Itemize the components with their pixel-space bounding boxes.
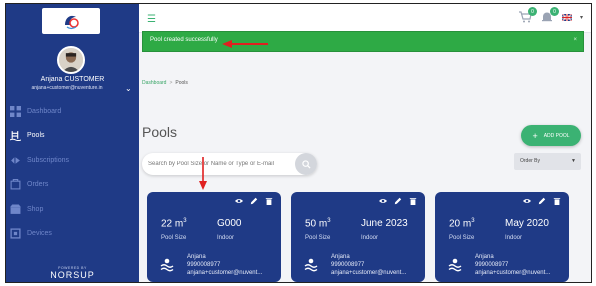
search-bar: [142, 153, 317, 175]
breadcrumb: Dashboard > Pools: [142, 80, 188, 86]
owner-name: Anjana: [331, 254, 350, 260]
alert-close-button[interactable]: ×: [573, 37, 577, 43]
card-actions: [523, 197, 561, 205]
sidebar-item-pools[interactable]: Pools: [6, 124, 139, 149]
pool-owner-icon: [447, 258, 463, 272]
user-email: anjana+customer@nuventure.in: [31, 85, 103, 91]
view-icon[interactable]: [235, 197, 243, 205]
edit-icon[interactable]: [394, 197, 402, 205]
notifications-count-badge: 0: [549, 7, 559, 16]
sidebar-item-label: Dashboard: [27, 107, 62, 115]
search-icon: [301, 159, 311, 169]
search-input[interactable]: [148, 157, 288, 171]
pool-name: June 2023: [361, 218, 408, 229]
view-icon[interactable]: [523, 197, 531, 205]
pool-type: Indoor: [361, 235, 379, 241]
order-by-label: Order By: [520, 158, 541, 164]
owner-email: anjana+customer@nuvent...: [331, 270, 407, 276]
brand-name: NORSUP: [50, 270, 95, 280]
owner-email: anjana+customer@nuvent...: [187, 270, 263, 276]
owner-email: anjana+customer@nuvent...: [475, 270, 551, 276]
alert-message: Pool created successfully: [150, 37, 218, 43]
pool-size-label: Pool Size: [305, 235, 331, 241]
order-by-select[interactable]: Order By ▼: [514, 153, 581, 170]
chevron-down-icon: ▼: [571, 158, 576, 164]
pool-size-label: Pool Size: [449, 235, 475, 241]
sidebar: Anjana CUSTOMER anjana+customer@nuventur…: [6, 4, 139, 282]
subscriptions-icon: [10, 155, 21, 166]
user-name: Anjana CUSTOMER: [40, 76, 105, 83]
dashboard-icon: [10, 105, 21, 117]
pool-name: May 2020: [505, 218, 549, 229]
cart-button[interactable]: 0: [518, 7, 537, 23]
delete-icon[interactable]: [409, 197, 417, 205]
edit-icon[interactable]: [538, 197, 546, 205]
menu-toggle-icon[interactable]: ☰: [147, 14, 156, 25]
pool-size-value: 20 m3: [449, 218, 475, 230]
pool-card[interactable]: 22 m3 Pool Size G000 Indoor Anjana 99900…: [147, 192, 281, 282]
plus-icon: +: [532, 130, 538, 141]
sidebar-item-orders[interactable]: Orders: [6, 173, 139, 198]
sidebar-item-dashboard[interactable]: Dashboard: [6, 99, 139, 124]
orders-icon: [10, 179, 21, 190]
pool-size-label: Pool Size: [161, 235, 187, 241]
delete-icon[interactable]: [553, 197, 561, 205]
logo-icon: [65, 15, 79, 30]
card-actions: [235, 197, 273, 205]
card-actions: [379, 197, 417, 205]
pool-owner-icon: [159, 258, 175, 272]
sidebar-item-label: Devices: [27, 230, 52, 238]
topbar: ☰ 0 0 ▾: [139, 4, 591, 33]
pool-owner-icon: [303, 258, 319, 272]
chevron-down-icon[interactable]: ⌄: [125, 84, 132, 93]
breadcrumb-separator: >: [169, 80, 173, 86]
devices-icon: [10, 228, 21, 239]
owner-phone: 9990008977: [475, 262, 509, 268]
notifications-button[interactable]: 0: [540, 7, 559, 23]
owner-name: Anjana: [187, 254, 206, 260]
success-alert: Pool created successfully ×: [142, 31, 584, 52]
pool-name: G000: [217, 218, 242, 229]
sidebar-item-shop[interactable]: Shop: [6, 197, 139, 222]
sidebar-item-label: Subscriptions: [27, 156, 70, 164]
pool-ladder-icon: [9, 130, 22, 142]
sidebar-item-subscriptions[interactable]: Subscriptions: [6, 148, 139, 173]
add-pool-label: ADD POOL: [543, 132, 570, 139]
pool-card[interactable]: 50 m3 Pool Size June 2023 Indoor Anjana …: [291, 192, 425, 282]
brand-footer: POWERED BY NORSUP: [6, 266, 139, 280]
language-flag-icon[interactable]: [561, 12, 573, 22]
pool-type: Indoor: [217, 235, 235, 241]
app-logo[interactable]: [42, 8, 100, 34]
view-icon[interactable]: [379, 197, 387, 205]
owner-phone: 9990008977: [331, 262, 365, 268]
search-button[interactable]: [295, 153, 317, 175]
add-pool-button[interactable]: + ADD POOL: [521, 125, 581, 146]
sidebar-item-label: Pools: [27, 132, 45, 140]
breadcrumb-dashboard[interactable]: Dashboard: [142, 80, 166, 86]
sidebar-item-label: Orders: [27, 181, 49, 189]
topbar-actions: 0 0 ▾: [518, 7, 583, 23]
sidebar-item-devices[interactable]: Devices: [6, 222, 139, 247]
delete-icon[interactable]: [265, 197, 273, 205]
page-title: Pools: [142, 124, 178, 140]
language-caret-icon[interactable]: ▾: [580, 14, 583, 21]
edit-icon[interactable]: [250, 197, 258, 205]
shop-icon: [10, 204, 21, 215]
owner-phone: 9990008977: [187, 262, 221, 268]
cart-count-badge: 0: [527, 7, 537, 16]
pool-size-value: 50 m3: [305, 218, 331, 230]
breadcrumb-current: Pools: [175, 80, 188, 86]
pool-size-value: 22 m3: [161, 218, 187, 230]
owner-name: Anjana: [475, 254, 494, 260]
pool-card[interactable]: 20 m3 Pool Size May 2020 Indoor Anjana 9…: [435, 192, 569, 282]
pool-type: Indoor: [505, 235, 523, 241]
sidebar-nav: Dashboard Pools Subscriptions Orders Sho…: [6, 99, 139, 246]
sidebar-item-label: Shop: [27, 205, 44, 213]
avatar[interactable]: [57, 46, 85, 74]
